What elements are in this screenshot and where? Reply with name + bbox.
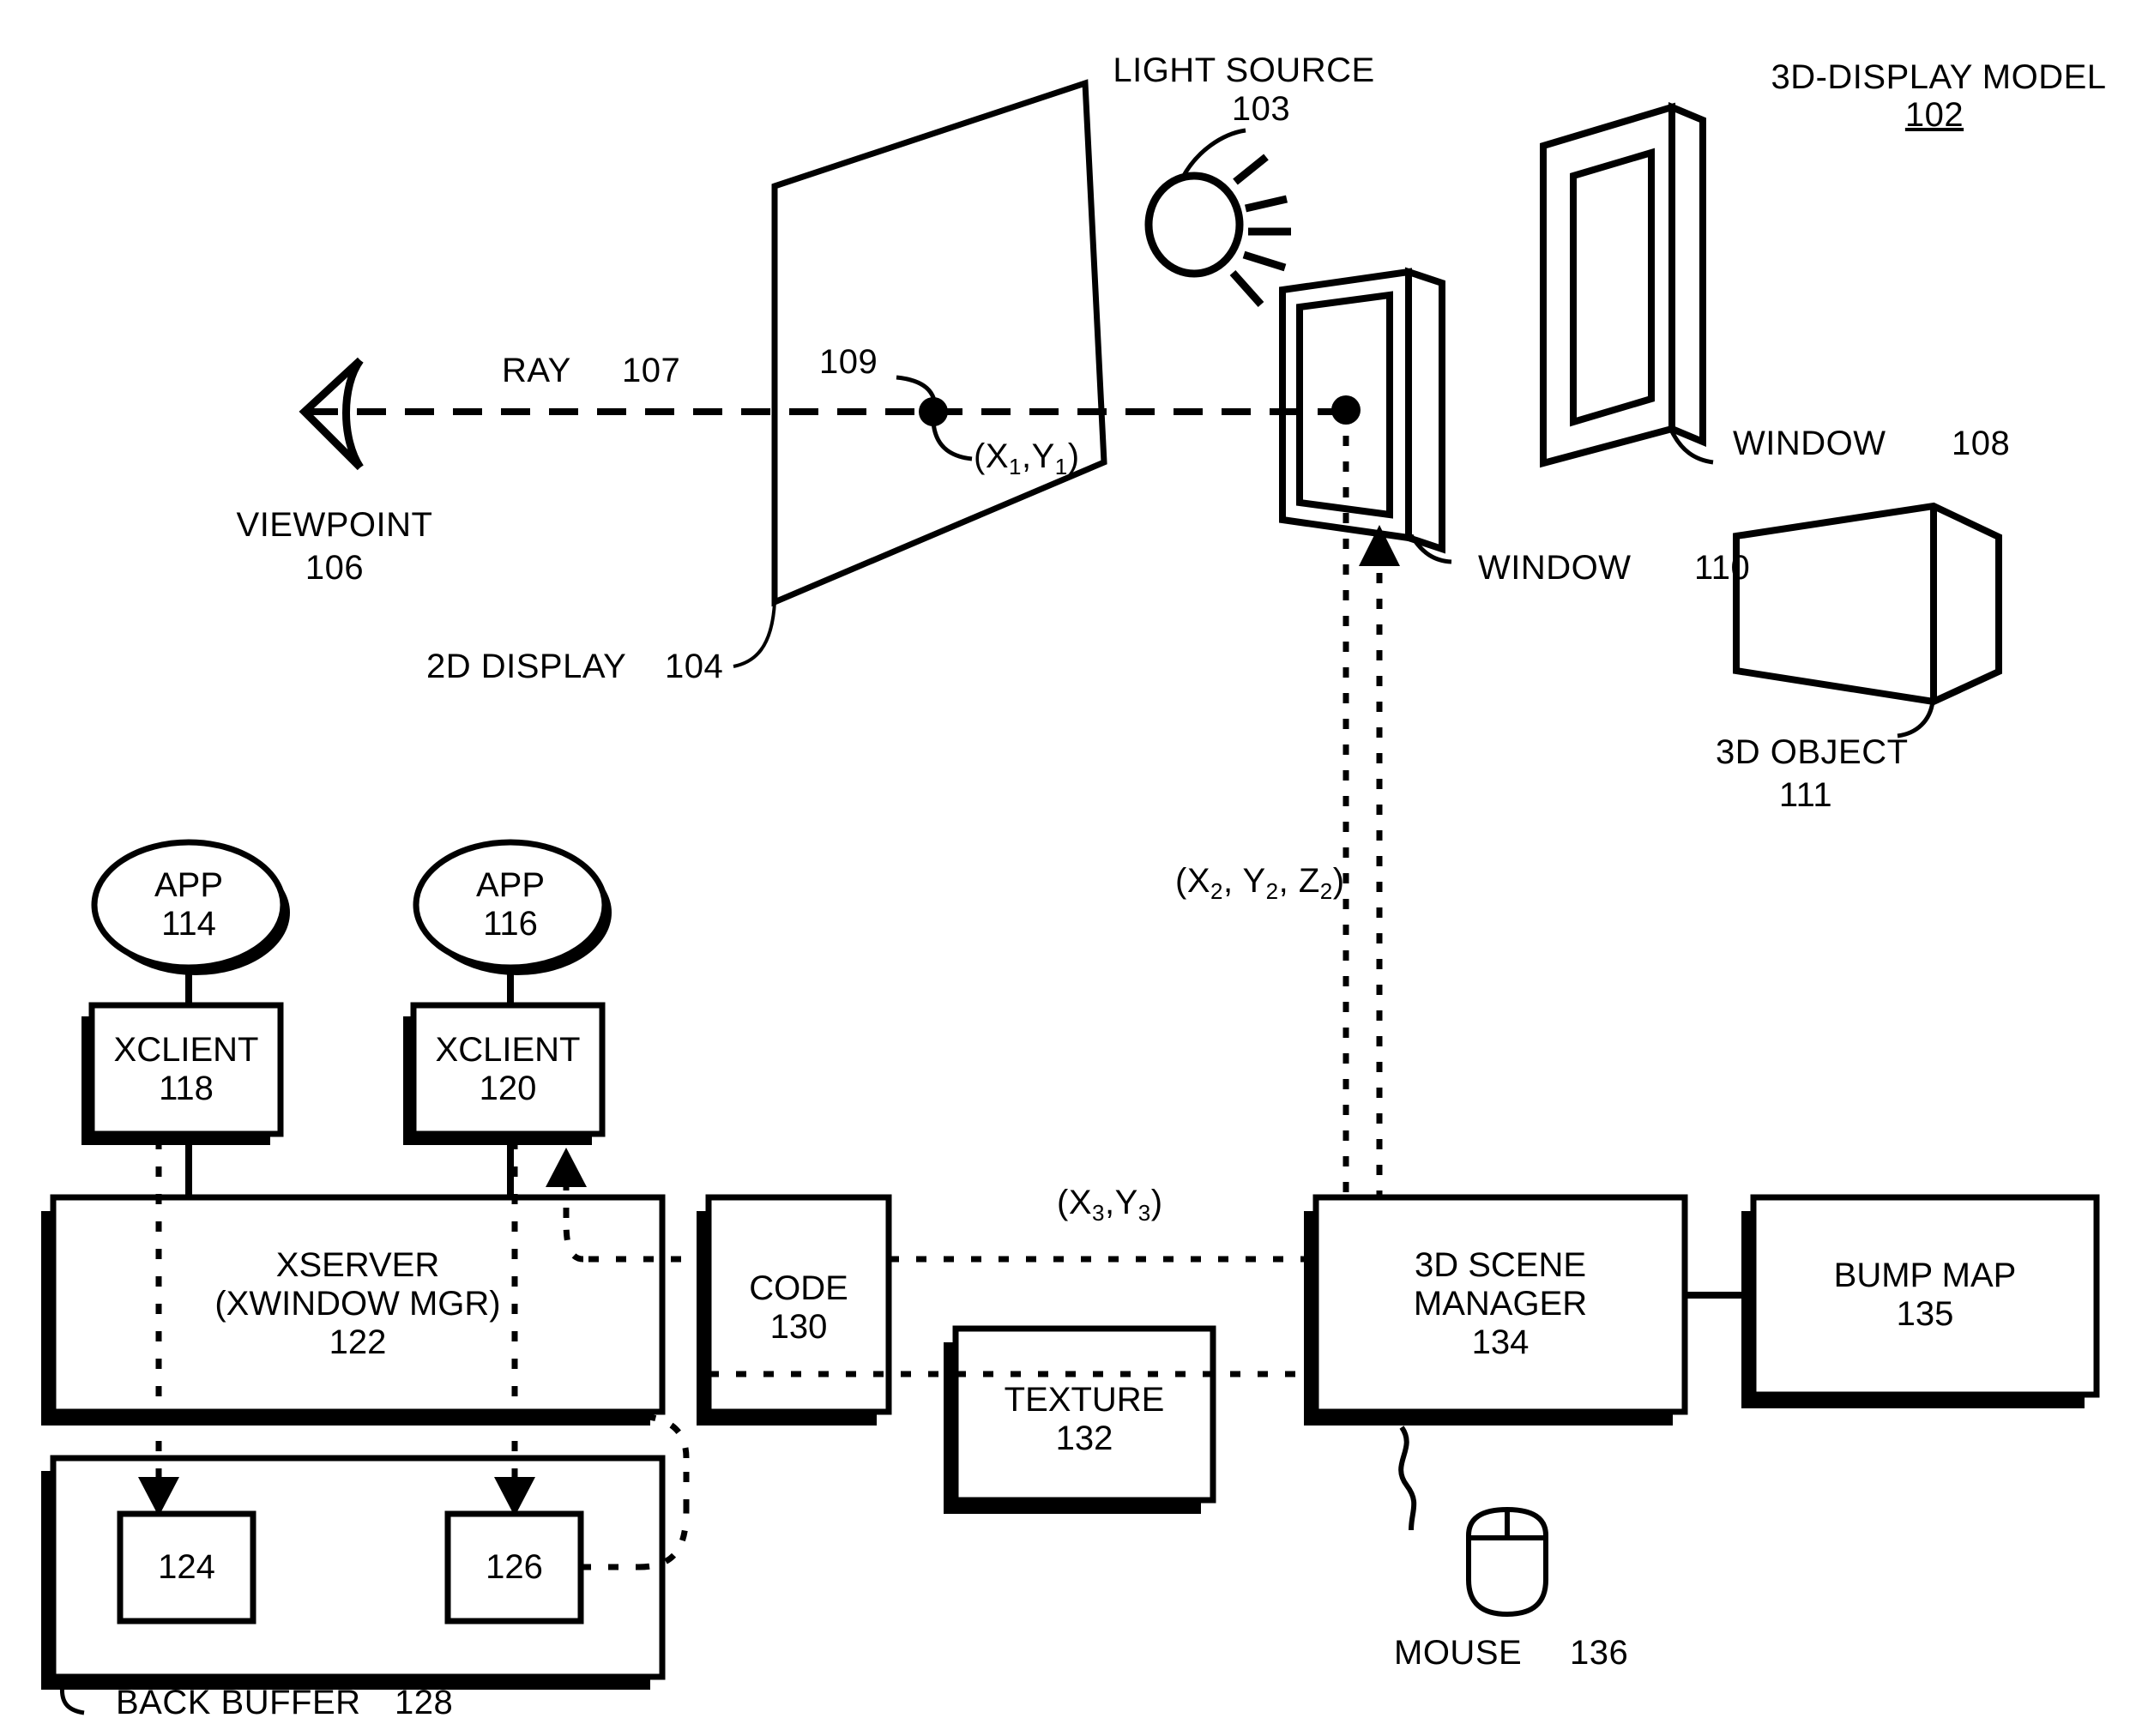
figure-drawing-canvas (41, 79, 2100, 1715)
object-3d-label: 3D OBJECT (1716, 733, 1909, 771)
intersection-ref: 109 (819, 343, 878, 381)
leader-2d-display (733, 601, 776, 668)
back-buffer-128-shape (41, 1455, 666, 1715)
back-buffer-ref: 128 (395, 1684, 454, 1721)
viewpoint-ref: 106 (305, 549, 365, 587)
mouse-label: MOUSE (1394, 1634, 1523, 1672)
buffer-126-shape (444, 1510, 584, 1624)
object-3d-ref: 111 (1778, 776, 1833, 814)
window-108-label: WINDOW (1733, 425, 1886, 462)
back-buffer-label: BACK BUFFER (116, 1684, 361, 1721)
figure-title: 3D-DISPLAY MODEL (1771, 58, 2107, 96)
app-114-shape (91, 839, 290, 975)
display-2d-label: 2D DISPLAY (426, 648, 627, 685)
code-130-shape (697, 1194, 892, 1426)
mouse-ref: 136 (1570, 1634, 1629, 1672)
3d-object-box (1733, 502, 2002, 738)
buffer-124-shape (117, 1510, 256, 1624)
viewpoint-label: VIEWPOINT (236, 506, 433, 544)
app-116-shape (413, 839, 612, 975)
mouse-136-icon (1398, 1426, 1548, 1618)
coordinate-x1y1: (X1,Y1) (974, 437, 1080, 479)
figure-title-ref: 102 (1904, 96, 1964, 134)
texture-132-shape (944, 1325, 1216, 1514)
display-2d-ref: 104 (665, 648, 724, 685)
bump-map-135-shape (1741, 1194, 2100, 1408)
window-108-monitor (1540, 102, 1714, 468)
window-110-ref: 110 (1694, 549, 1751, 587)
scene-manager-134-shape (1304, 1194, 1688, 1426)
light-source-sun-icon (1144, 128, 1291, 307)
light-source-ref: 103 (1231, 90, 1291, 128)
window-110-monitor (1279, 267, 1452, 564)
ray-ref: 107 (622, 352, 681, 389)
patent-figure: LIGHT SOURCE 103 3D-DISPLAY MODEL 102 RA… (0, 0, 2136, 1736)
light-source-label: LIGHT SOURCE (1113, 51, 1375, 89)
intersection-point-109 (896, 375, 973, 461)
window-110-label: WINDOW (1478, 549, 1632, 587)
coordinate-x2y2z2: (X2, Y2, Z2) (1175, 862, 1345, 904)
window-108-ref: 108 (1952, 425, 2011, 462)
coordinate-x3y3: (X3,Y3) (1057, 1184, 1163, 1226)
xclient-120-shape (403, 1002, 606, 1145)
ray-label: RAY (502, 352, 571, 389)
xclient-118-shape (81, 1002, 284, 1145)
